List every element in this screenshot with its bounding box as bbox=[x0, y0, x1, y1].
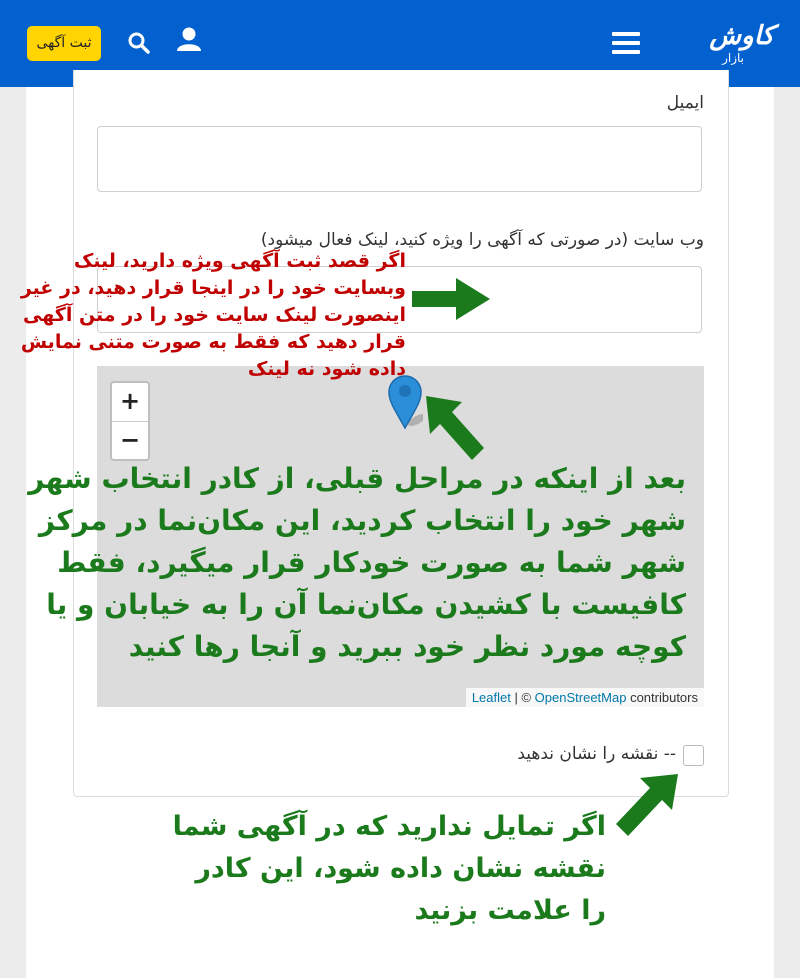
zoom-control: + − bbox=[110, 381, 150, 461]
arrow-right-icon bbox=[412, 278, 490, 320]
hide-map-checkbox[interactable] bbox=[683, 745, 704, 766]
post-ad-button[interactable]: ثبت آگهی bbox=[27, 26, 101, 61]
website-annotation: اگر قصد ثبت آگهی ویژه دارید، لینک وبسایت… bbox=[20, 250, 406, 380]
user-icon[interactable] bbox=[176, 26, 202, 52]
map-attribution: Leaflet | © OpenStreetMap contributors bbox=[465, 688, 704, 707]
website-label: وب سایت (در صورتی که آگهی را ویژه کنید، … bbox=[260, 230, 704, 250]
checkbox-annotation: اگر تمایل ندارید که در آگهی شما نقشه نشا… bbox=[172, 811, 606, 926]
map-annotation: بعد از اینکه در مراحل قبلی، از کادر انتخ… bbox=[28, 462, 686, 663]
email-label: ایمیل bbox=[666, 93, 704, 113]
zoom-out-button[interactable]: − bbox=[112, 422, 148, 460]
email-field[interactable] bbox=[97, 126, 702, 192]
leaflet-link[interactable]: Leaflet bbox=[472, 690, 511, 705]
osm-link[interactable]: OpenStreetMap bbox=[535, 690, 627, 705]
attribution-suffix: contributors bbox=[626, 690, 698, 705]
zoom-in-button[interactable]: + bbox=[112, 383, 148, 422]
site-logo[interactable]: کاوش بازار bbox=[682, 18, 774, 68]
arrow-up-left-icon bbox=[426, 396, 484, 460]
arrow-up-right-icon bbox=[616, 774, 678, 836]
attribution-separator: | © bbox=[510, 690, 535, 705]
search-icon[interactable] bbox=[127, 31, 151, 55]
menu-icon[interactable] bbox=[612, 32, 640, 54]
hide-map-label: -- نقشه را نشان ندهید bbox=[517, 744, 676, 764]
